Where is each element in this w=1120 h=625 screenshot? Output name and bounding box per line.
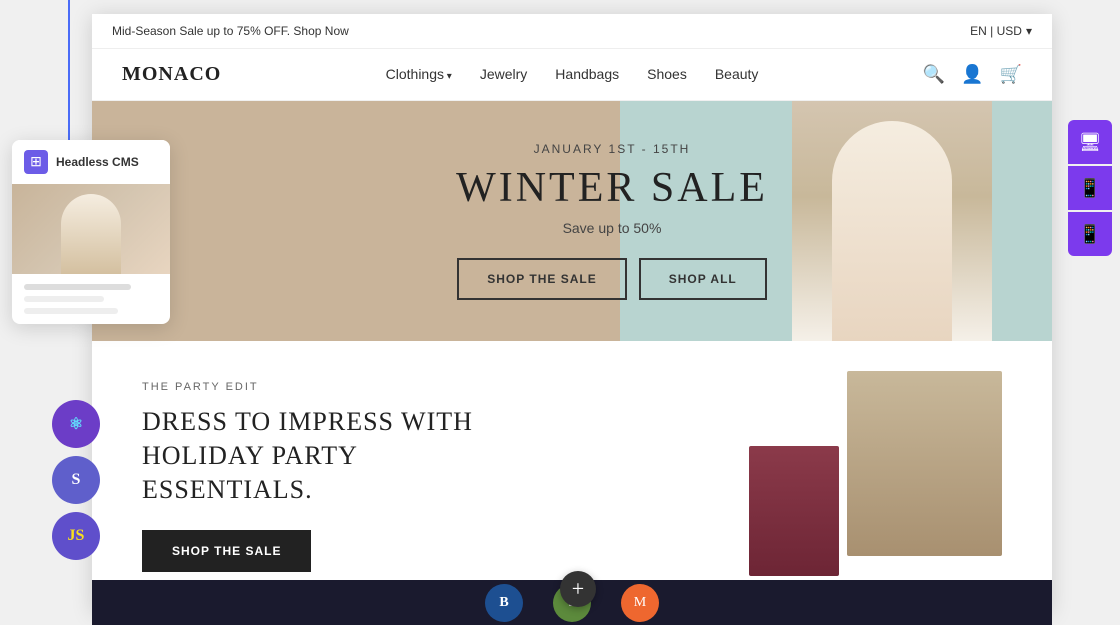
- cms-header: ⊞ Headless CMS: [12, 140, 170, 184]
- desktop-view-button[interactable]: 🖥: [1068, 120, 1112, 164]
- shop-all-button[interactable]: SHOP ALL: [639, 258, 767, 300]
- nav-item-clothings[interactable]: Clothings: [386, 66, 452, 84]
- nav-icons: 🔍 👤 🛒: [923, 64, 1022, 85]
- shop-sale-button[interactable]: SHOP THE SALE: [457, 258, 626, 300]
- magento-label: M: [634, 595, 646, 611]
- desktop-icon: 🖥: [1079, 132, 1102, 153]
- hero-date: JANUARY 1ST - 15TH: [172, 142, 1052, 156]
- plus-icon: +: [572, 576, 584, 602]
- nav-link-jewelry[interactable]: Jewelry: [480, 66, 527, 82]
- nav-link-handbags[interactable]: Handbags: [555, 66, 619, 82]
- announcement-bar: Mid-Season Sale up to 75% OFF. Shop Now …: [92, 14, 1052, 49]
- party-image-2: [847, 371, 1002, 556]
- party-image-1: [749, 446, 839, 576]
- tablet-icon: 📱: [1079, 178, 1101, 199]
- cms-icon: ⊞: [24, 150, 48, 174]
- party-label: THE PARTY EDIT: [142, 381, 729, 393]
- navigation: MONACO Clothings Jewelry Handbags Shoes …: [92, 49, 1052, 101]
- party-text: THE PARTY EDIT DRESS TO IMPRESS WITH HOL…: [142, 371, 729, 572]
- nav-link-clothings[interactable]: Clothings: [386, 66, 452, 82]
- website-preview: Mid-Season Sale up to 75% OFF. Shop Now …: [92, 14, 1052, 612]
- party-section: THE PARTY EDIT DRESS TO IMPRESS WITH HOL…: [92, 341, 1052, 602]
- cms-bar-1: [24, 284, 131, 290]
- cms-thumb-figure: [61, 194, 121, 274]
- lang-text: EN | USD: [970, 24, 1022, 38]
- layers-icon: ⊞: [30, 154, 42, 171]
- magento-icon[interactable]: M: [621, 584, 659, 622]
- mobile-icon: 📱: [1079, 224, 1101, 245]
- stripe-icon[interactable]: S: [52, 456, 100, 504]
- nav-links: Clothings Jewelry Handbags Shoes Beauty: [386, 66, 759, 84]
- cms-thumbnail: [12, 184, 170, 274]
- search-icon[interactable]: 🔍: [923, 64, 945, 85]
- hero-banner: JANUARY 1ST - 15TH WINTER SALE Save up t…: [92, 101, 1052, 341]
- cms-title: Headless CMS: [56, 155, 139, 169]
- account-icon[interactable]: 👤: [961, 64, 983, 85]
- bigcommerce-label: B: [499, 595, 508, 611]
- nav-link-beauty[interactable]: Beauty: [715, 66, 759, 82]
- cms-content: [12, 274, 170, 324]
- hero-subtitle: Save up to 50%: [172, 220, 1052, 236]
- cms-panel: ⊞ Headless CMS: [12, 140, 170, 324]
- hero-title: WINTER SALE: [172, 164, 1052, 212]
- hero-buttons: SHOP THE SALE SHOP ALL: [172, 258, 1052, 300]
- javascript-icon[interactable]: JS: [52, 512, 100, 560]
- cart-icon[interactable]: 🛒: [1000, 64, 1022, 85]
- nav-item-handbags[interactable]: Handbags: [555, 66, 619, 84]
- party-heading: DRESS TO IMPRESS WITH HOLIDAY PARTY ESSE…: [142, 405, 522, 506]
- logo[interactable]: MONACO: [122, 63, 221, 86]
- nav-item-shoes[interactable]: Shoes: [647, 66, 687, 84]
- bigcommerce-icon[interactable]: B: [485, 584, 523, 622]
- right-sidebar: 🖥 📱 📱: [1068, 120, 1112, 256]
- nav-link-shoes[interactable]: Shoes: [647, 66, 687, 82]
- hero-content: JANUARY 1ST - 15TH WINTER SALE Save up t…: [92, 142, 1052, 300]
- language-selector[interactable]: EN | USD ▾: [970, 24, 1032, 38]
- react-icon[interactable]: ⚛: [52, 400, 100, 448]
- party-images: [749, 371, 1002, 556]
- chevron-down-icon: ▾: [1026, 24, 1032, 38]
- plus-button[interactable]: +: [560, 571, 596, 607]
- left-accent-line: [68, 0, 70, 160]
- party-shop-sale-button[interactable]: SHOP THE SALE: [142, 530, 311, 572]
- tablet-view-button[interactable]: 📱: [1068, 166, 1112, 210]
- announcement-text: Mid-Season Sale up to 75% OFF. Shop Now: [112, 24, 349, 38]
- cms-bar-3: [24, 308, 118, 314]
- tech-panel: ⚛ S JS: [52, 400, 100, 560]
- cms-bar-2: [24, 296, 104, 302]
- nav-item-jewelry[interactable]: Jewelry: [480, 66, 527, 84]
- mobile-view-button[interactable]: 📱: [1068, 212, 1112, 256]
- nav-item-beauty[interactable]: Beauty: [715, 66, 759, 84]
